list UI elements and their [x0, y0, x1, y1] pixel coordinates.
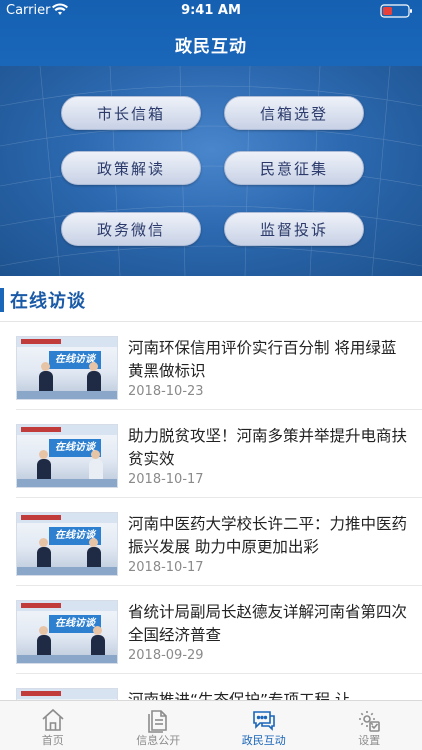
page-title: 政民互动	[175, 37, 247, 57]
news-title: 助力脱贫攻坚！河南多策并举提升电商扶贫实效	[128, 427, 408, 468]
news-title: 省统计局副局长赵德友详解河南省第四次全国经济普查	[128, 603, 408, 644]
interview-thumbnail: 在线访谈	[16, 336, 118, 400]
news-date: 2018-10-17	[128, 472, 204, 487]
tab-label: 首页	[41, 734, 64, 747]
news-date: 2018-10-23	[128, 384, 204, 399]
interview-thumbnail: 在线访谈	[16, 424, 118, 488]
news-title: 河南推进“生态保护”专项工程 让	[128, 691, 351, 700]
status-bar: Carrier 9:41 AM	[0, 0, 422, 22]
tab-settings[interactable]: 设置	[317, 701, 422, 750]
tab-bar: 首页 信息公开 政民互动 设置	[0, 700, 422, 750]
list-item[interactable]: 在线访谈 河南环保信用评价实行百分制 将用绿蓝黄黑做标识 2018-10-23	[0, 322, 422, 410]
interview-thumbnail: 在线访谈	[16, 600, 118, 664]
interview-thumbnail	[16, 688, 118, 700]
menu-public-opinion[interactable]: 民意征集	[224, 151, 364, 185]
menu-government-wechat[interactable]: 政务微信	[61, 212, 201, 246]
menu-policy-interpretation[interactable]: 政策解读	[61, 151, 201, 185]
section-title: 在线访谈	[10, 291, 86, 312]
tab-label: 信息公开	[136, 734, 181, 747]
tab-info-disclosure[interactable]: 信息公开	[106, 701, 212, 750]
status-time: 9:41 AM	[181, 3, 241, 18]
battery-icon	[380, 4, 412, 18]
tab-label: 政民互动	[241, 734, 286, 747]
tab-label: 设置	[358, 734, 381, 747]
menu-supervision-complaint[interactable]: 监督投诉	[224, 212, 364, 246]
service-menu-panel: 市长信箱 信箱选登 政策解读 民意征集 政务微信 监督投诉	[0, 66, 422, 276]
list-item[interactable]: 在线访谈 河南中医药大学校长许二平：力推中医药振兴发展 助力中原更加出彩 201…	[0, 498, 422, 586]
news-date: 2018-10-17	[128, 560, 204, 575]
news-title: 河南中医药大学校长许二平：力推中医药振兴发展 助力中原更加出彩	[128, 515, 408, 556]
list-item[interactable]: 河南推进“生态保护”专项工程 让	[0, 674, 422, 700]
chat-icon	[252, 711, 275, 731]
interview-list: 在线访谈 河南环保信用评价实行百分制 将用绿蓝黄黑做标识 2018-10-23 …	[0, 322, 422, 700]
home-icon	[42, 708, 64, 731]
news-date: 2018-09-29	[128, 648, 204, 663]
interview-thumbnail: 在线访谈	[16, 512, 118, 576]
menu-mailbox-selected[interactable]: 信箱选登	[224, 96, 364, 130]
settings-icon	[359, 711, 381, 732]
menu-mayor-mailbox[interactable]: 市长信箱	[61, 96, 201, 130]
top-bar: Carrier 9:41 AM 政民互动	[0, 0, 422, 66]
list-item[interactable]: 在线访谈 助力脱贫攻坚！河南多策并举提升电商扶贫实效 2018-10-17	[0, 410, 422, 498]
list-item[interactable]: 在线访谈 省统计局副局长赵德友详解河南省第四次全国经济普查 2018-09-29	[0, 586, 422, 674]
tab-interaction[interactable]: 政民互动	[211, 701, 317, 750]
news-title: 河南环保信用评价实行百分制 将用绿蓝黄黑做标识	[128, 339, 397, 380]
section-header: 在线访谈	[0, 276, 422, 322]
document-icon	[148, 710, 168, 733]
section-accent-bar	[0, 288, 4, 312]
tab-home[interactable]: 首页	[0, 701, 106, 750]
